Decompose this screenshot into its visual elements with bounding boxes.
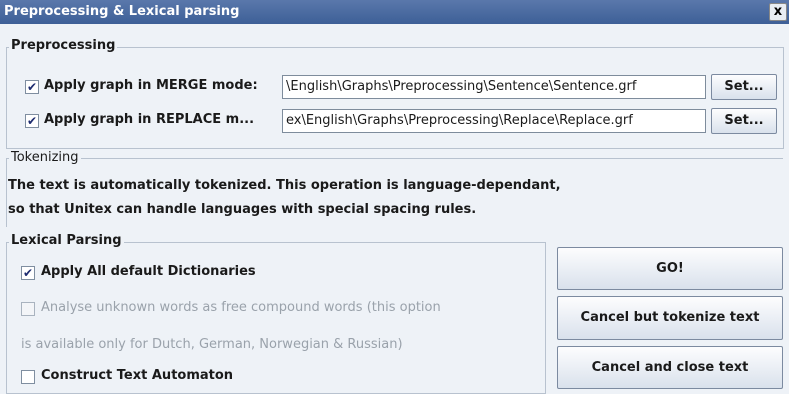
unknown-words-label-line2: is available only for Dutch, German, Nor… [21,337,403,352]
replace-graph-path[interactable]: ex\English\Graphs\Preprocessing\Replace\… [282,109,706,133]
window-title: Preprocessing & Lexical parsing [4,4,240,19]
text-automaton-label: Construct Text Automaton [41,368,234,383]
tokenizing-text-line2: so that Unitex can handle languages with… [8,202,477,217]
merge-set-button[interactable]: Set... [711,74,777,100]
go-button[interactable]: GO! [557,247,783,290]
cancel-close-button[interactable]: Cancel and close text [557,346,783,389]
tokenizing-text-line1: The text is automatically tokenized. Thi… [8,178,561,193]
all-dictionaries-checkbox[interactable]: ✔ [21,266,35,280]
preprocessing-legend: Preprocessing [9,38,118,53]
replace-label: Apply graph in REPLACE m... [44,112,255,127]
title-bar: Preprocessing & Lexical parsing x [0,0,789,24]
text-automaton-checkbox[interactable] [21,370,35,384]
unknown-words-label-line1: Analyse unknown words as free compound w… [41,300,441,315]
cancel-tokenize-button[interactable]: Cancel but tokenize text [557,296,783,340]
all-dictionaries-label: Apply All default Dictionaries [41,264,256,279]
merge-checkbox[interactable]: ✔ [25,80,39,94]
replace-checkbox[interactable]: ✔ [25,114,39,128]
unknown-words-checkbox[interactable] [21,302,35,316]
replace-set-button[interactable]: Set... [711,108,777,134]
close-icon[interactable]: x [769,3,787,21]
lexical-parsing-legend: Lexical Parsing [9,233,124,248]
merge-label: Apply graph in MERGE mode: [44,78,258,93]
merge-graph-path[interactable]: \English\Graphs\Preprocessing\Sentence\S… [282,75,706,99]
tokenizing-legend: Tokenizing [9,150,81,165]
